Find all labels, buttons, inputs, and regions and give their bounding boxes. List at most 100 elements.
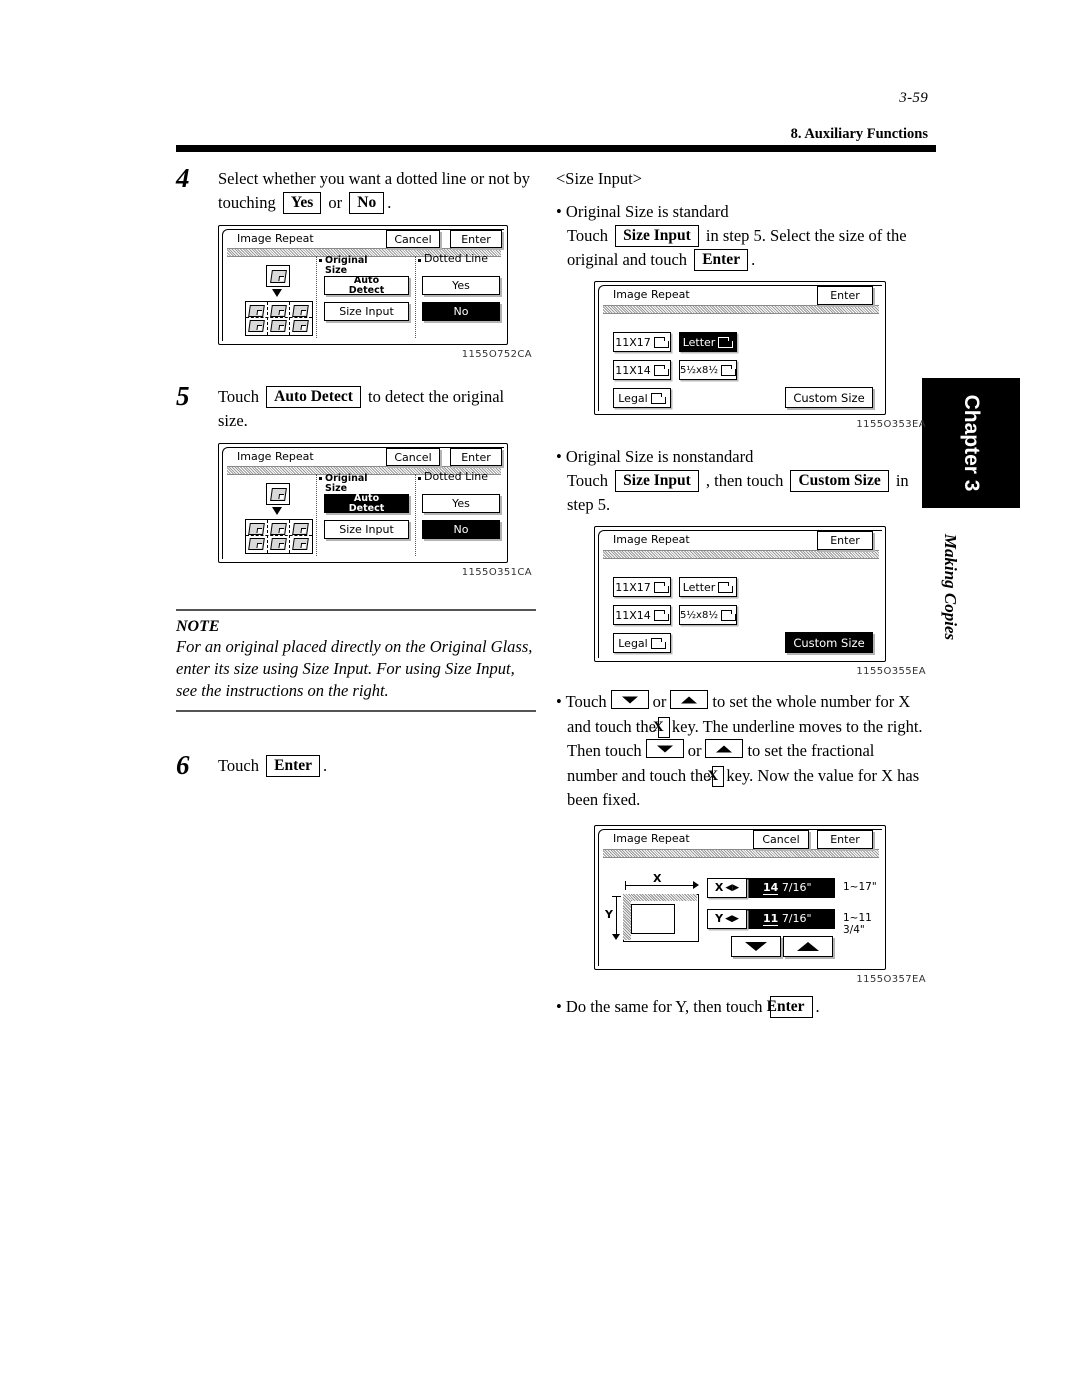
lcd-image-repeat-auto: Image Repeat Cancel Enter Original Size … [218,443,508,563]
note-body: For an original placed directly on the O… [176,637,533,700]
chapter-tab: Chapter 3 [922,378,1020,508]
enter-key[interactable]: Enter [694,249,749,271]
dotted-line-label: Dotted Line [424,252,488,265]
figure-caption: 1155O752CA [461,349,532,360]
page-glyph-icon [721,364,736,376]
size-button-legal[interactable]: Legal [613,633,671,653]
source-doc-icon [266,265,290,287]
step-5-text: Touch Auto Detect to detect the original… [218,385,536,433]
panel-wrap-353ea: Image Repeat Enter 11X17 11X14 Legal Let… [594,281,928,441]
y-key-button[interactable]: Y ◀▶ [707,908,747,929]
auto-detect-button[interactable]: Auto Detect [324,494,409,513]
x-key[interactable]: X [707,765,725,787]
left-right-arrow-icon: ◀▶ [725,913,739,924]
x-value-whole: 14 [763,881,779,895]
diagram-x-label: X [653,871,662,885]
custom-size-key[interactable]: Custom Size [790,470,889,492]
size-button-label: 5½x8½ [680,364,719,376]
size-button-11x14[interactable]: 11X14 [613,605,671,625]
panel-wrap-351ca: Image Repeat Cancel Enter Original Size … [218,443,536,591]
no-key[interactable]: No [349,192,385,214]
up-arrow-key[interactable] [670,690,709,709]
size-button-label: Legal [618,391,648,405]
bullet-standard-text-a: Touch [567,226,609,245]
bullet-nonstandard-text-a: Touch [567,471,609,490]
size-input-button[interactable]: Size Input [324,302,409,321]
cancel-button[interactable]: Cancel [386,448,440,466]
enter-key[interactable]: Enter [767,995,813,1018]
auto-detect-button[interactable]: Auto Detect [324,276,409,295]
size-button-half-letter[interactable]: 5½x8½ [679,605,737,625]
yes-button[interactable]: Yes [422,276,500,295]
up-arrow-key[interactable] [705,739,744,758]
custom-size-button[interactable]: Custom Size [785,387,873,408]
original-size-label: Original Size [325,473,368,494]
yes-key[interactable]: Yes [282,192,322,214]
custom-size-button[interactable]: Custom Size [785,632,873,653]
size-button-11x17[interactable]: 11X17 [613,577,671,597]
running-head: 8. Auxiliary Functions [790,126,928,142]
enter-key[interactable]: Enter [266,755,321,777]
panel-wrap-355ea: Image Repeat Enter 11X17 11X14 Legal Let… [594,526,928,688]
down-arrow-icon [745,941,767,951]
decrement-button[interactable] [731,935,781,957]
enter-button[interactable]: Enter [817,531,873,550]
size-input-button[interactable]: Size Input [324,520,409,539]
step-6-text: Touch Enter. [218,754,536,778]
size-button-letter[interactable]: Letter [679,332,737,352]
manual-page: 3-59 8. Auxiliary Functions Chapter 3 Ma… [0,0,1080,1397]
enter-button[interactable]: Enter [817,286,873,305]
page-glyph-icon [653,336,669,348]
size-button-11x17[interactable]: 11X17 [613,332,671,352]
final-text-b: . [815,996,820,1016]
y-value: 11 7/16" [747,912,812,926]
page-glyph-icon [653,609,669,621]
diagram-y-label: Y [605,907,613,921]
no-button[interactable]: No [422,302,500,321]
lcd-image-repeat-no: Image Repeat Cancel Enter Original Size … [218,225,508,345]
final-text-a: Do the same for Y, then touch [565,996,763,1016]
original-size-label: Original Size [325,255,368,276]
y-key-label: Y [715,912,724,925]
down-arrow-key[interactable] [645,739,684,758]
size-button-half-letter[interactable]: 5½x8½ [679,360,737,380]
increment-button[interactable] [783,935,833,957]
page-glyph-icon [650,637,666,649]
no-button[interactable]: No [422,520,500,539]
left-right-arrow-icon: ◀▶ [725,882,740,893]
panel-wrap-357ea: Image Repeat Cancel Enter X Y X ◀▶ 14 7/… [594,824,928,993]
size-button-letter[interactable]: Letter [679,577,737,597]
auto-detect-key[interactable]: Auto Detect [266,386,361,408]
step-5-text-b: to detect the original size. [218,387,505,430]
lcd-size-select-custom: Image Repeat Enter 11X17 11X14 Legal Let… [594,526,886,662]
bullet-arrow-instructions: • Touch or to set the whole number for X a… [556,690,923,809]
size-button-11x14[interactable]: 11X14 [613,360,671,380]
arrow-text-2: or [652,692,667,711]
size-input-key[interactable]: Size Input [615,225,699,247]
enter-button[interactable]: Enter [450,230,502,248]
step-4-text: Select whether you want a dotted line or… [218,167,536,215]
cancel-button[interactable]: Cancel [753,829,809,849]
x-key-button[interactable]: X ◀▶ [707,877,747,898]
bullet-nonstandard-heading: Original Size is nonstandard [565,447,754,466]
enter-button[interactable]: Enter [817,829,873,849]
size-button-label: Legal [618,636,648,650]
y-range: 1~11 3/4" [843,911,872,936]
page-glyph-icon [721,609,736,621]
y-value-row: Y ◀▶ 11 7/16" [707,908,835,929]
arrow-text-1: Touch [565,692,607,711]
cancel-button[interactable]: Cancel [386,230,440,248]
yes-button[interactable]: Yes [422,494,500,513]
down-arrow-key[interactable] [610,690,649,709]
x-key[interactable]: X [653,716,670,738]
size-button-label: 11X14 [615,363,651,377]
size-input-key[interactable]: Size Input [615,470,699,492]
size-button-legal[interactable]: Legal [613,388,671,408]
figure-caption: 1155O353EA [856,419,926,430]
bullet-standard-heading: Original Size is standard [565,202,729,221]
step-6: 6 Touch Enter. [176,750,536,784]
enter-button[interactable]: Enter [450,448,502,466]
repeat-grid-icon [245,301,313,336]
page-glyph-icon [718,581,734,593]
page-glyph-icon [653,364,669,376]
